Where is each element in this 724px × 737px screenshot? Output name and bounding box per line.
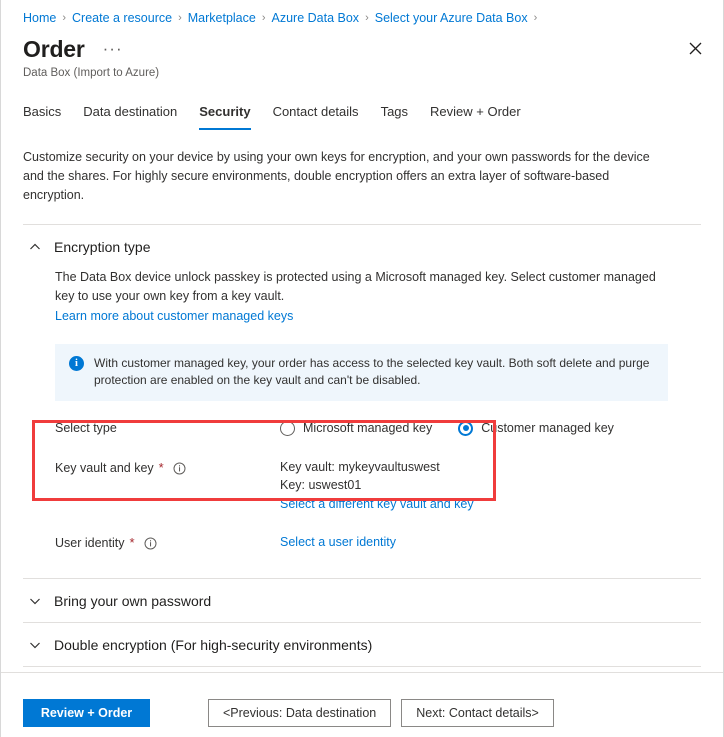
order-blade-window: Home › Create a resource › Marketplace ›… [0, 0, 724, 737]
field-row-user-identity: User identity * Select a user identity [55, 513, 701, 552]
chevron-down-icon [29, 595, 41, 607]
tab-security[interactable]: Security [188, 103, 261, 130]
radio-microsoft-managed-key[interactable]: Microsoft managed key [280, 419, 432, 437]
radio-indicator-icon [280, 421, 295, 436]
previous-button[interactable]: <Previous: Data destination [208, 699, 391, 727]
review-order-button[interactable]: Review + Order [23, 699, 150, 727]
select-type-value: Microsoft managed key Customer managed k… [280, 418, 701, 437]
select-type-label: Select type [55, 418, 280, 437]
section-title: Double encryption (For high-security env… [54, 635, 372, 655]
tab-label: Security [199, 104, 250, 119]
user-identity-label: User identity * [55, 533, 280, 552]
breadcrumb-item-select-your-azure-data-box[interactable]: Select your Azure Data Box [375, 10, 528, 26]
section-header-encryption-type[interactable]: Encryption type [23, 225, 701, 268]
label-text: Key vault and key [55, 459, 154, 477]
tab-label: Tags [381, 104, 408, 119]
tab-contact-details[interactable]: Contact details [262, 103, 370, 130]
required-marker: * [129, 537, 134, 549]
more-options-button[interactable]: ··· [99, 34, 127, 64]
next-button[interactable]: Next: Contact details> [401, 699, 554, 727]
intro-text: Customize security on your device by usi… [23, 130, 663, 205]
info-banner-text: With customer managed key, your order ha… [94, 355, 654, 389]
tab-label: Data destination [83, 104, 177, 119]
label-text: Select type [55, 419, 117, 437]
info-outline-icon[interactable] [173, 462, 186, 475]
key-name-line: Key: uswest01 [280, 476, 701, 494]
close-icon[interactable] [681, 34, 709, 62]
tab-label: Review + Order [430, 104, 521, 119]
tab-basics[interactable]: Basics [23, 103, 72, 130]
collapsed-sections: Bring your own password Double encryptio… [23, 578, 701, 667]
key-vault-label: Key vault and key * [55, 458, 280, 477]
wizard-tabs: Basics Data destination Security Contact… [1, 81, 723, 130]
key-vault-name-line: Key vault: mykeyvaultuswest [280, 458, 701, 476]
encryption-type-radio-group: Microsoft managed key Customer managed k… [280, 418, 701, 437]
breadcrumb-item-marketplace[interactable]: Marketplace [188, 10, 256, 26]
label-text: User identity [55, 534, 124, 552]
chevron-up-icon [29, 241, 41, 253]
breadcrumb-separator-icon: › [365, 10, 369, 26]
wizard-footer: Review + Order <Previous: Data destinati… [1, 672, 723, 737]
required-marker: * [159, 462, 164, 474]
field-row-key-vault-and-key: Key vault and key * Key vault: mykeyvaul… [55, 437, 701, 513]
divider [23, 666, 701, 667]
breadcrumb-separator-icon: › [262, 10, 266, 26]
encryption-description: The Data Box device unlock passkey is pr… [55, 268, 675, 306]
info-banner: i With customer managed key, your order … [55, 344, 668, 401]
radio-customer-managed-key[interactable]: Customer managed key [458, 419, 614, 437]
chevron-down-icon [29, 639, 41, 651]
page-title-bar: Order ··· [1, 30, 723, 64]
tab-tags[interactable]: Tags [370, 103, 419, 130]
learn-more-link[interactable]: Learn more about customer managed keys [55, 309, 293, 323]
breadcrumb-separator-icon: › [534, 10, 538, 26]
section-title: Encryption type [54, 237, 151, 257]
info-filled-icon: i [69, 356, 84, 371]
tab-label: Contact details [273, 104, 359, 119]
breadcrumb-item-create-a-resource[interactable]: Create a resource [72, 10, 172, 26]
select-different-key-vault-link[interactable]: Select a different key vault and key [280, 497, 474, 511]
breadcrumb-item-azure-data-box[interactable]: Azure Data Box [272, 10, 360, 26]
page-subtitle: Data Box (Import to Azure) [1, 64, 723, 81]
breadcrumb-separator-icon: › [62, 10, 66, 26]
breadcrumb-separator-icon: › [178, 10, 182, 26]
main-content: Customize security on your device by usi… [1, 130, 723, 672]
key-vault-value: Key vault: mykeyvaultuswest Key: uswest0… [280, 458, 701, 513]
radio-label: Customer managed key [481, 419, 614, 437]
section-title: Bring your own password [54, 591, 211, 611]
tab-review-order[interactable]: Review + Order [419, 103, 532, 130]
section-body-encryption-type: The Data Box device unlock passkey is pr… [23, 268, 701, 552]
tab-data-destination[interactable]: Data destination [72, 103, 188, 130]
info-outline-icon[interactable] [144, 537, 157, 550]
page-title: Order [23, 34, 85, 64]
field-row-select-type: Select type Microsoft managed key Custom… [55, 401, 701, 437]
select-user-identity-link[interactable]: Select a user identity [280, 535, 396, 549]
radio-indicator-icon [458, 421, 473, 436]
section-header-double-encryption[interactable]: Double encryption (For high-security env… [23, 623, 701, 666]
radio-label: Microsoft managed key [303, 419, 432, 437]
section-header-bring-your-own-password[interactable]: Bring your own password [23, 579, 701, 622]
breadcrumb: Home › Create a resource › Marketplace ›… [1, 0, 723, 30]
tab-label: Basics [23, 104, 61, 119]
breadcrumb-item-home[interactable]: Home [23, 10, 56, 26]
user-identity-value: Select a user identity [280, 533, 701, 551]
